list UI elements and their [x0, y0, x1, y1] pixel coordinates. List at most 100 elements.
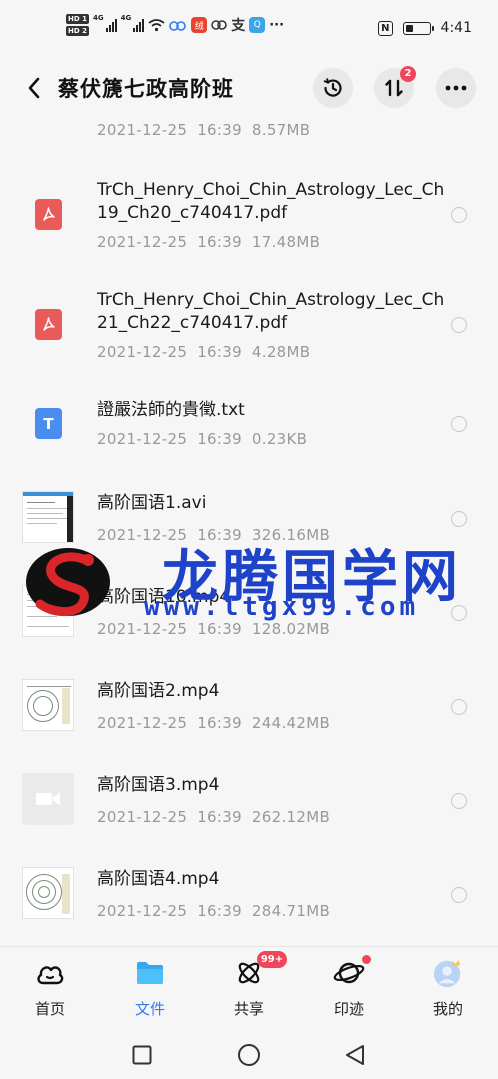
signal-2-icon: [133, 18, 145, 32]
nav-me[interactable]: 我的: [413, 957, 483, 1029]
select-radio[interactable]: [451, 207, 467, 223]
alipay-icon: 支: [231, 18, 246, 34]
wifi-icon: [148, 19, 165, 32]
recents-button[interactable]: [127, 1040, 157, 1070]
file-date: 2021-12-25: [97, 714, 188, 732]
nav-home[interactable]: 首页: [15, 957, 85, 1029]
system-back-button[interactable]: [340, 1040, 370, 1070]
video-thumbnail: [22, 773, 74, 825]
file-size: 8.57MB: [251, 121, 311, 139]
triangle-back-icon: [346, 1045, 364, 1065]
link-icon: [211, 20, 227, 30]
file-size: 17.48MB: [251, 233, 321, 251]
square-icon: [132, 1045, 152, 1065]
file-meta: 2021-12-25 16:39 244.42MB: [97, 714, 340, 732]
file-row[interactable]: 高阶国语1.avi 2021-12-25 16:39 326.16MB: [0, 484, 498, 570]
file-row[interactable]: TrCh_Henry_Choi_Chin_Astrology_Lec_Ch21_…: [0, 284, 498, 384]
share-badge: 99+: [257, 951, 287, 968]
file-name: TrCh_Henry_Choi_Chin_Astrology_Lec_Ch19_…: [97, 180, 445, 223]
file-date: 2021-12-25: [97, 902, 188, 920]
app-notification-icon: 绒: [191, 17, 208, 33]
system-navigation-bar: [0, 1032, 498, 1079]
nav-traces[interactable]: 印迹: [314, 955, 384, 1029]
select-radio[interactable]: [451, 511, 467, 527]
video-thumbnail: [22, 585, 74, 637]
video-thumbnail: [22, 491, 74, 543]
file-size: 0.23KB: [251, 430, 308, 448]
file-meta: 2021-12-25 16:39 4.28MB: [97, 343, 320, 361]
back-button[interactable]: [18, 70, 50, 106]
select-radio[interactable]: [451, 793, 467, 809]
select-radio[interactable]: [451, 416, 467, 432]
more-button[interactable]: [436, 68, 476, 108]
file-time: 16:39: [197, 714, 242, 732]
file-date: 2021-12-25: [97, 343, 188, 361]
file-date: 2021-12-25: [97, 233, 188, 251]
home-button[interactable]: [234, 1040, 264, 1070]
video-thumbnail: [22, 679, 74, 731]
circle-icon: [238, 1044, 260, 1066]
file-row[interactable]: 高阶国语4.mp4 2021-12-25 16:39 284.71MB: [0, 860, 498, 946]
header: 蔡伏篪七政高阶班 2: [0, 58, 498, 118]
status-icons-right: N 4:41: [378, 20, 472, 36]
file-name: 高阶国语3.mp4: [97, 775, 220, 795]
file-size: 262.12MB: [251, 808, 331, 826]
file-time: 16:39: [197, 808, 242, 826]
file-date: 2021-12-25: [97, 620, 188, 638]
select-radio[interactable]: [451, 317, 467, 333]
file-size: 128.02MB: [251, 620, 331, 638]
file-time: 16:39: [197, 343, 242, 361]
select-radio[interactable]: [451, 699, 467, 715]
video-camera-icon: [36, 793, 60, 805]
file-date: 2021-12-25: [97, 526, 188, 544]
file-time: 16:39: [197, 121, 242, 139]
file-meta: 2021-12-25 16:39 0.23KB: [97, 430, 317, 448]
file-meta: 2021-12-25 16:39 128.02MB: [97, 620, 340, 638]
page-title: 蔡伏篪七政高阶班: [58, 77, 234, 101]
select-radio[interactable]: [451, 887, 467, 903]
avatar-icon: [432, 957, 464, 989]
transfer-button[interactable]: 2: [374, 66, 416, 108]
file-name: 高阶国语2.mp4: [97, 681, 220, 701]
file-date: 2021-12-25: [97, 808, 188, 826]
clock: 4:41: [440, 20, 472, 36]
file-row[interactable]: 高阶国语3.mp4 2021-12-25 16:39 262.12MB: [0, 766, 498, 852]
file-row[interactable]: 2021-12-25 16:39 8.57MB: [0, 118, 498, 146]
file-row[interactable]: 高阶国语10.mp4 2021-12-25 16:39 128.02MB: [0, 578, 498, 664]
file-name: 證嚴法師的貴徵.txt: [97, 400, 245, 420]
transfer-badge: 2: [400, 66, 416, 82]
status-icons-left: HD 1 HD 2 4G 4G 绒 支 Q ···: [66, 14, 284, 36]
file-meta: 2021-12-25 16:39 17.48MB: [97, 233, 330, 251]
file-size: 4.28MB: [251, 343, 311, 361]
select-radio[interactable]: [451, 605, 467, 621]
network-type-1: 4G: [92, 14, 104, 22]
file-row[interactable]: TrCh_Henry_Choi_Chin_Astrology_Lec_Ch19_…: [0, 174, 498, 274]
more-notifications-icon: ···: [269, 17, 285, 33]
nav-label: 文件: [134, 1000, 165, 1018]
file-meta: 2021-12-25 16:39 326.16MB: [97, 526, 340, 544]
nav-share[interactable]: 99+ 共享: [214, 951, 287, 1029]
file-size: 326.16MB: [251, 526, 331, 544]
hd-indicators: HD 1 HD 2: [66, 14, 89, 36]
file-list[interactable]: 2021-12-25 16:39 8.57MB TrCh_Henry_Choi_Ch…: [0, 118, 498, 946]
folder-icon: [134, 957, 166, 989]
nav-files[interactable]: 文件: [115, 957, 185, 1029]
history-button[interactable]: [313, 68, 353, 108]
file-time: 16:39: [197, 233, 242, 251]
pdf-file-icon: [35, 309, 62, 340]
nfc-icon: N: [378, 20, 393, 36]
planet-icon: [333, 955, 371, 989]
file-row[interactable]: 高阶国语2.mp4 2021-12-25 16:39 244.42MB: [0, 672, 498, 758]
more-icon: [445, 85, 467, 91]
battery-level: [405, 24, 414, 32]
file-meta: 2021-12-25 16:39 8.57MB: [97, 121, 320, 139]
file-name: 高阶国语1.avi: [97, 493, 207, 513]
file-name: TrCh_Henry_Choi_Chin_Astrology_Lec_Ch21_…: [97, 290, 445, 333]
file-name: 高阶国语10.mp4: [97, 587, 231, 607]
search-app-icon: Q: [249, 17, 266, 33]
bottom-navigation: 首页 文件 99+ 共享 印迹 我的: [0, 946, 498, 1032]
traces-dot: [362, 955, 371, 964]
txt-file-icon: T: [35, 408, 62, 439]
nav-label: 首页: [34, 1000, 65, 1018]
file-row[interactable]: T 證嚴法師的貴徵.txt 2021-12-25 16:39 0.23KB: [0, 394, 498, 474]
